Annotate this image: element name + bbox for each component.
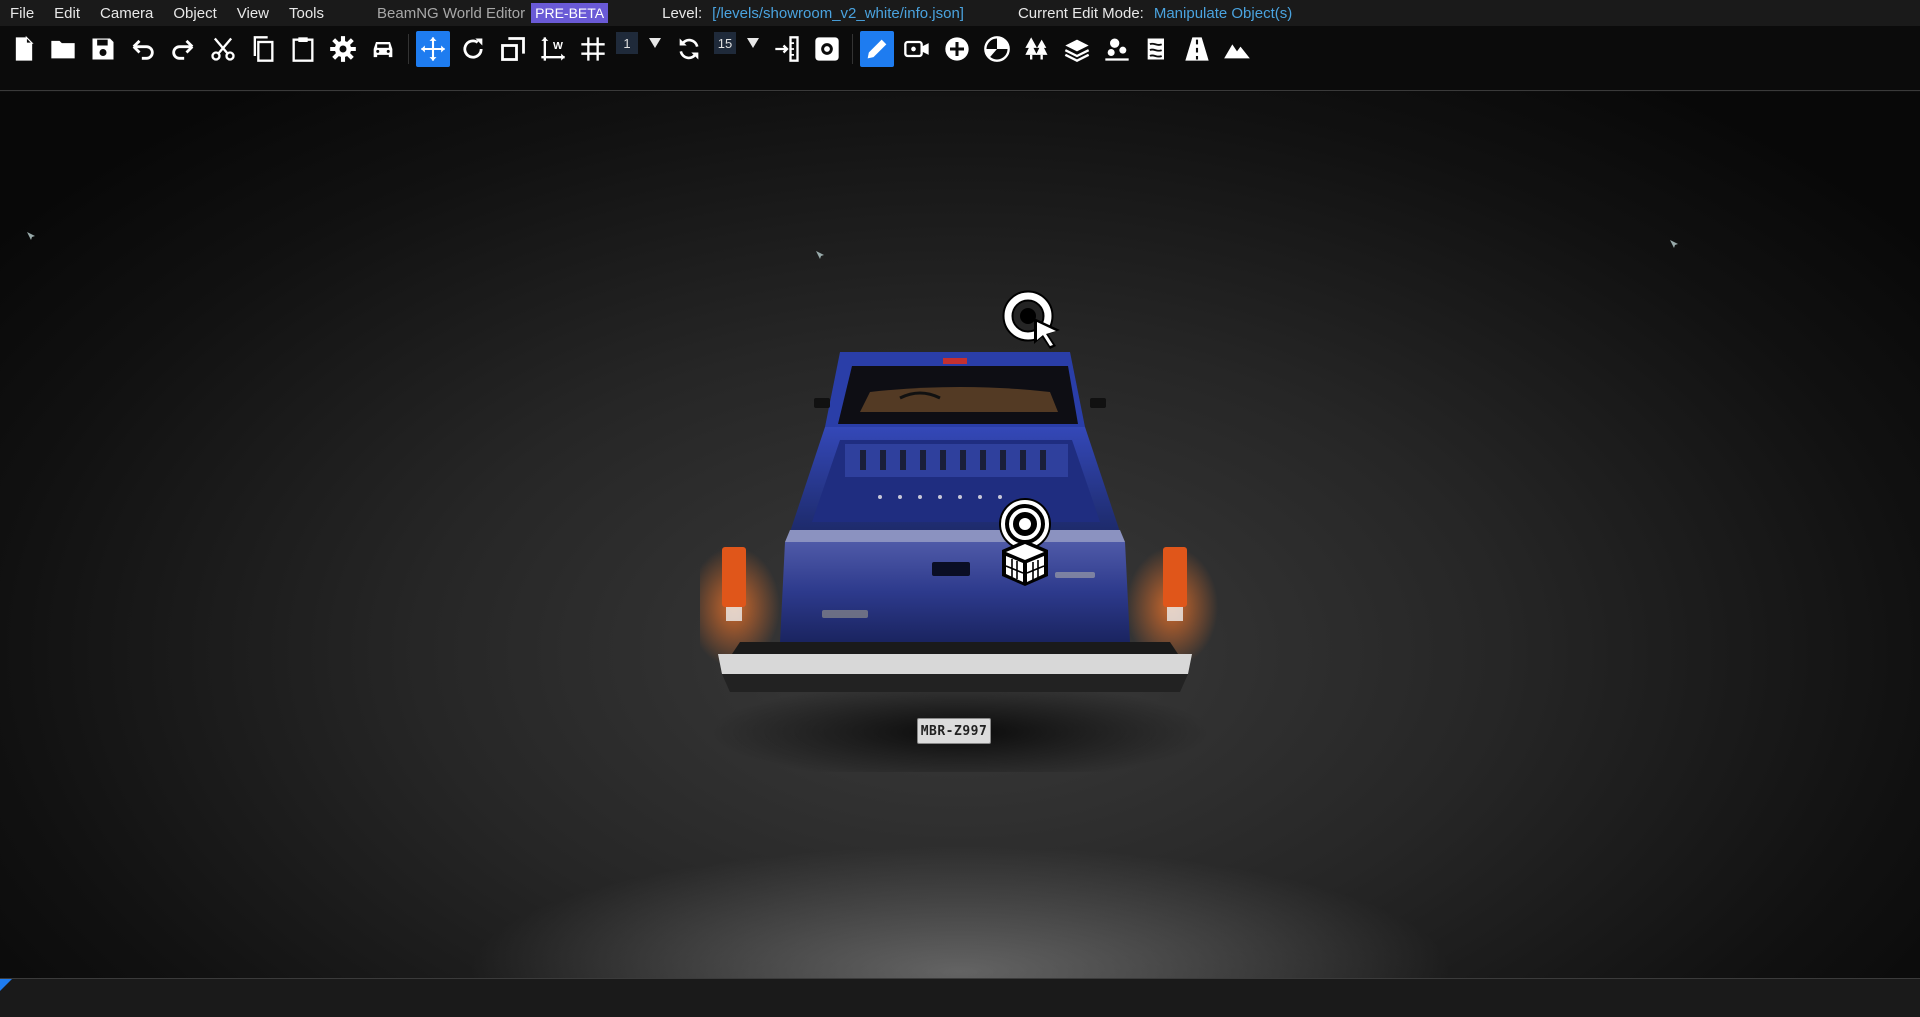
copy-button[interactable] — [246, 31, 280, 67]
camera-path-button[interactable] — [900, 31, 934, 67]
menu-view[interactable]: View — [225, 5, 277, 22]
river-icon — [1147, 38, 1164, 60]
river-button[interactable] — [1140, 31, 1174, 67]
scene-object-gizmo-icon[interactable] — [994, 496, 1056, 588]
rotate-gizmo-icon[interactable] — [1000, 288, 1062, 350]
preferences-icon — [815, 37, 839, 61]
snap-to-terrain-button[interactable] — [770, 31, 804, 67]
camera-path-icon — [904, 40, 929, 58]
preferences-button[interactable] — [810, 31, 844, 67]
rotation-snap-button[interactable] — [672, 31, 706, 67]
terrain-editor-button[interactable] — [1220, 31, 1254, 67]
terrain-material-icon — [1064, 39, 1090, 62]
toolbar: W 1 15 — [0, 26, 1920, 91]
edit-mode-label: Current Edit Mode: — [1017, 4, 1144, 22]
edit-pencil-icon — [867, 39, 887, 59]
create-object-icon — [945, 37, 969, 61]
rotation-snap-icon — [679, 38, 699, 60]
vehicle-button[interactable] — [366, 31, 400, 67]
light-marker-icon[interactable] — [1669, 236, 1679, 248]
rotate-button[interactable] — [456, 31, 490, 67]
rotation-snap-value[interactable]: 15 — [714, 32, 736, 54]
level-path[interactable]: [/levels/showroom_v2_white/info.json] — [712, 5, 964, 22]
toolbar-separator — [408, 34, 409, 64]
menu-file[interactable]: File — [0, 5, 42, 22]
road-button[interactable] — [1180, 31, 1214, 67]
scale-icon — [501, 37, 525, 61]
menu-bar: File Edit Camera Object View Tools BeamN… — [0, 0, 1920, 26]
world-space-icon: W — [541, 37, 565, 61]
app-title: BeamNG World Editor — [377, 4, 526, 22]
decal-icon — [984, 36, 1010, 62]
grid-snap-icon — [581, 37, 605, 61]
new-file-icon — [15, 35, 34, 61]
grid-snap-value[interactable]: 1 — [616, 32, 638, 54]
save-button[interactable] — [86, 31, 120, 67]
redo-icon — [172, 39, 194, 60]
open-folder-button[interactable] — [46, 31, 80, 67]
menu-edit[interactable]: Edit — [42, 5, 88, 22]
snap-to-terrain-icon — [775, 36, 799, 62]
copy-icon — [253, 36, 274, 62]
object-editor-button[interactable] — [860, 31, 894, 67]
object-placement-icon — [1105, 38, 1129, 61]
cut-button[interactable] — [206, 31, 240, 67]
rotate-icon — [463, 38, 483, 59]
forest-button[interactable] — [1020, 31, 1054, 67]
terrain-material-button[interactable] — [1060, 31, 1094, 67]
rotation-snap-dropdown[interactable] — [746, 36, 760, 50]
translate-button[interactable] — [416, 31, 450, 67]
decal-button[interactable] — [980, 31, 1014, 67]
light-marker-icon[interactable] — [815, 247, 825, 259]
undo-icon — [132, 39, 154, 60]
settings-gear-icon — [330, 36, 356, 62]
grid-snap-dropdown[interactable] — [648, 36, 662, 50]
toolbar-separator — [852, 34, 853, 64]
level-label: Level: — [662, 4, 703, 22]
menu-camera[interactable]: Camera — [88, 5, 161, 22]
beta-badge: PRE-BETA — [531, 3, 609, 23]
forest-icon — [1025, 37, 1048, 60]
open-folder-icon — [51, 40, 75, 59]
chevron-down-icon — [747, 38, 759, 48]
save-icon — [92, 38, 114, 60]
light-marker-icon[interactable] — [26, 228, 36, 240]
menu-tools[interactable]: Tools — [277, 5, 332, 22]
edit-mode-value[interactable]: Manipulate Object(s) — [1154, 5, 1292, 22]
scene-viewport[interactable]: MBR-Z997 — [0, 92, 1920, 978]
svg-text:W: W — [553, 40, 563, 52]
vehicle-icon — [373, 42, 393, 58]
status-bar — [0, 978, 1920, 1017]
create-object-button[interactable] — [940, 31, 974, 67]
new-file-button[interactable] — [7, 31, 41, 67]
paste-icon — [292, 37, 314, 62]
editor-settings-button[interactable] — [326, 31, 360, 67]
pickup-truck-vehicle[interactable] — [700, 352, 1220, 772]
scale-button[interactable] — [496, 31, 530, 67]
redo-button[interactable] — [166, 31, 200, 67]
object-placement-button[interactable] — [1100, 31, 1134, 67]
license-plate: MBR-Z997 — [917, 718, 991, 744]
translate-icon — [421, 37, 445, 61]
resize-handle-icon[interactable] — [0, 979, 12, 991]
road-icon — [1185, 37, 1209, 61]
terrain-editor-icon — [1224, 44, 1250, 59]
paste-button[interactable] — [286, 31, 320, 67]
cut-icon — [211, 37, 235, 61]
grid-snap-button[interactable] — [576, 31, 610, 67]
menu-object[interactable]: Object — [161, 5, 224, 22]
chevron-down-icon — [649, 38, 661, 48]
world-space-button[interactable]: W — [536, 31, 570, 67]
undo-button[interactable] — [126, 31, 160, 67]
